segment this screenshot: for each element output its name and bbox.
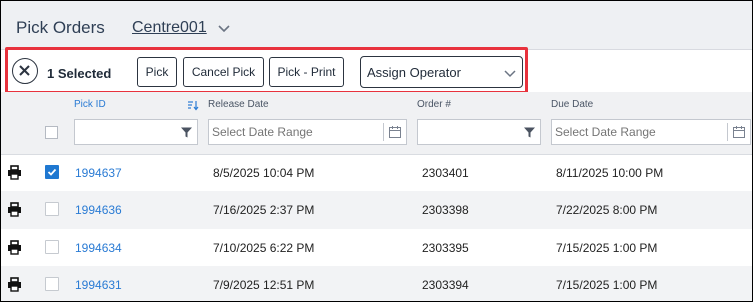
due-date-cell: 8/11/2025 10:00 PM	[556, 166, 664, 180]
due-date-cell: 7/15/2025 1:00 PM	[556, 241, 658, 255]
chevron-down-icon[interactable]	[217, 21, 231, 35]
column-header-pick-id[interactable]: Pick ID	[74, 99, 106, 110]
order-no-cell: 2303395	[422, 241, 469, 255]
table-row[interactable]: 1994631 7/9/2025 12:51 PM 2303394 7/15/2…	[1, 266, 752, 301]
row-checkbox[interactable]	[45, 240, 59, 254]
row-checkbox[interactable]	[45, 165, 59, 179]
page-header: Pick Orders Centre001	[1, 1, 752, 50]
pick-orders-window: Pick Orders Centre001 1 Selected Pick Ca…	[0, 0, 753, 302]
order-no-filter-input[interactable]	[418, 120, 540, 144]
calendar-icon[interactable]	[732, 125, 746, 139]
release-date-cell: 8/5/2025 10:04 PM	[213, 166, 315, 180]
filter-divider	[383, 123, 384, 141]
row-checkbox[interactable]	[45, 202, 59, 216]
pick-id-link[interactable]: 1994631	[75, 278, 122, 292]
column-header-release-date[interactable]: Release Date	[208, 99, 269, 110]
order-no-cell: 2303398	[422, 203, 469, 217]
due-date-filter[interactable]	[551, 119, 751, 145]
table-row[interactable]: 1994636 7/16/2025 2:37 PM 2303398 7/22/2…	[1, 191, 752, 229]
sort-descending-icon[interactable]	[187, 99, 199, 111]
calendar-icon[interactable]	[388, 125, 402, 139]
order-no-filter[interactable]	[417, 119, 541, 145]
filter-divider	[727, 123, 728, 141]
release-date-cell: 7/10/2025 6:22 PM	[213, 241, 315, 255]
table-row[interactable]: 1994634 7/10/2025 6:22 PM 2303395 7/15/2…	[1, 229, 752, 267]
printer-icon[interactable]	[7, 240, 22, 255]
pick-id-link[interactable]: 1994636	[75, 203, 122, 217]
checkmark-icon	[47, 168, 57, 176]
due-date-filter-input[interactable]	[552, 120, 750, 144]
release-date-cell: 7/16/2025 2:37 PM	[213, 203, 315, 217]
column-header-order-no[interactable]: Order #	[417, 99, 451, 110]
release-date-cell: 7/9/2025 12:51 PM	[213, 278, 315, 292]
pick-id-filter[interactable]	[74, 119, 198, 145]
column-header-due-date[interactable]: Due Date	[551, 99, 593, 110]
centre-selector[interactable]: Centre001	[132, 19, 207, 37]
funnel-icon[interactable]	[180, 126, 193, 139]
printer-icon[interactable]	[7, 165, 22, 180]
printer-icon[interactable]	[7, 277, 22, 292]
release-date-filter-input[interactable]	[209, 120, 406, 144]
page-title: Pick Orders	[16, 18, 105, 37]
release-date-filter[interactable]	[208, 119, 407, 145]
funnel-icon[interactable]	[523, 126, 536, 139]
order-no-cell: 2303394	[422, 278, 469, 292]
table-row[interactable]: 1994637 8/5/2025 10:04 PM 2303401 8/11/2…	[1, 154, 752, 192]
pick-id-link[interactable]: 1994634	[75, 241, 122, 255]
row-checkbox[interactable]	[45, 277, 59, 291]
select-all-checkbox[interactable]	[45, 126, 58, 139]
selection-highlight-box	[5, 47, 528, 94]
pick-id-filter-input[interactable]	[75, 120, 197, 144]
pick-id-link[interactable]: 1994637	[75, 166, 122, 180]
due-date-cell: 7/22/2025 8:00 PM	[556, 203, 658, 217]
order-no-cell: 2303401	[422, 166, 469, 180]
printer-icon[interactable]	[7, 202, 22, 217]
due-date-cell: 7/15/2025 1:00 PM	[556, 278, 658, 292]
